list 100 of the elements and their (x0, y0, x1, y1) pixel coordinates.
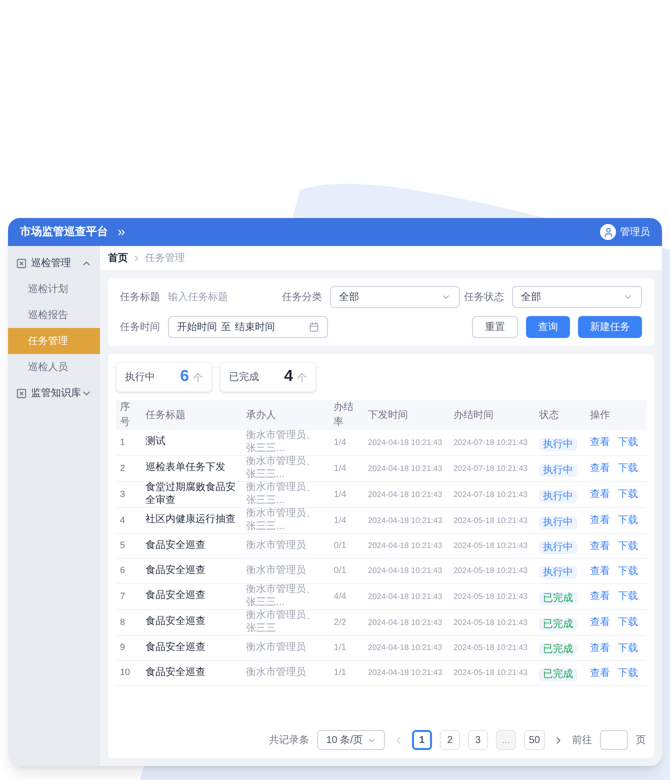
action-link[interactable]: 下载 (618, 564, 638, 578)
date-range-field[interactable]: 开始时间 至 结束时间 (168, 316, 328, 338)
table-cell: 2024-04-18 10:21:43 (364, 430, 450, 456)
table-cell: 7 (116, 584, 142, 610)
status-tag: 已完成 (538, 643, 577, 656)
action-link[interactable]: 查看 (590, 461, 610, 476)
column-header: 办结时间 (449, 400, 535, 430)
table-cell: 巡检表单任务下发 (142, 456, 242, 482)
page-unit: 页 (636, 734, 646, 748)
table-cell: 衡水市管理员、张三三... (242, 584, 330, 610)
table-cell: 食品安全巡查 (142, 584, 242, 610)
action-link[interactable]: 下载 (618, 538, 638, 554)
page-button[interactable]: 2 (440, 730, 460, 750)
sidebar-item[interactable]: 任务管理 (8, 328, 100, 354)
table-cell: 2024-05-18 10:21:43 (449, 534, 535, 558)
status-tag: 执行中 (538, 566, 577, 579)
app-title: 市场监管巡查平台 (20, 224, 108, 240)
status-tag: 执行中 (538, 541, 577, 554)
action-link[interactable]: 下载 (618, 461, 638, 476)
table-cell: 2024-05-18 10:21:43 (449, 558, 535, 584)
action-link[interactable]: 下载 (618, 666, 638, 680)
select-field[interactable]: 全部 (512, 286, 642, 308)
action-link[interactable]: 查看 (590, 666, 610, 680)
sidebar-item[interactable]: 巡检人员 (8, 354, 100, 380)
sidebar-item[interactable]: 巡检报告 (8, 302, 100, 328)
stat-unit: 个 (193, 372, 203, 386)
table-cell: 2024-07-18 10:21:43 (449, 482, 535, 508)
table-cell: 2024-05-18 10:21:43 (449, 660, 535, 686)
select-field[interactable]: 全部 (330, 286, 460, 308)
action-link[interactable]: 下载 (618, 640, 638, 656)
table-cell: 4 (116, 508, 142, 534)
page-input[interactable] (600, 730, 628, 750)
table-cell: 2024-05-18 10:21:43 (449, 508, 535, 534)
action-link[interactable]: 查看 (590, 564, 610, 578)
collapse-icon[interactable] (116, 226, 127, 238)
stat-count: 4 (284, 367, 293, 387)
table-cell: 2024-07-18 10:21:43 (449, 456, 535, 482)
field-label: 任务分类 (282, 290, 322, 304)
column-header: 下发时间 (364, 400, 450, 430)
field-label: 任务状态 (464, 290, 504, 304)
table-cell: 2024-04-18 10:21:43 (364, 508, 450, 534)
reset-button[interactable]: 重置 (472, 316, 518, 338)
action-link[interactable]: 下载 (618, 513, 638, 528)
action-link[interactable]: 下载 (618, 487, 638, 502)
table-cell: 2024-04-18 10:21:43 (364, 584, 450, 610)
action-link[interactable]: 查看 (590, 538, 610, 554)
table-cell: 1/4 (330, 456, 364, 482)
table-cell: 1/4 (330, 430, 364, 456)
table-cell: 2024-04-18 10:21:43 (364, 534, 450, 558)
table-cell: 4/4 (330, 584, 364, 610)
table-cell: 9 (116, 636, 142, 660)
table-cell: 8 (116, 610, 142, 636)
sidebar-group[interactable]: 监管知识库 (8, 380, 100, 406)
action-link[interactable]: 查看 (590, 487, 610, 502)
box-x-icon (16, 258, 27, 268)
table-cell: 2/2 (330, 610, 364, 636)
table-cell: 1 (116, 430, 142, 456)
table-cell: 1/4 (330, 508, 364, 534)
table-cell: 2024-05-18 10:21:43 (449, 610, 535, 636)
table-cell: 衡水市管理员、张三三... (242, 430, 330, 456)
page-button[interactable]: 3 (468, 730, 488, 750)
page-button[interactable]: 50 (524, 730, 545, 750)
chevron-right-icon (132, 254, 141, 262)
action-link[interactable]: 下载 (618, 435, 638, 450)
table-cell: 0/1 (330, 534, 364, 558)
action-link[interactable]: 查看 (590, 513, 610, 528)
create-task-button[interactable]: 新建任务 (578, 316, 642, 338)
table-cell: 衡水市管理员 (242, 636, 330, 660)
table-cell: 衡水市管理员、张三三... (242, 508, 330, 534)
table-cell: 2 (116, 456, 142, 482)
page-size-select[interactable]: 10 条/页 (317, 730, 385, 750)
sidebar-item[interactable]: 巡检计划 (8, 276, 100, 302)
page-button[interactable]: 1 (412, 730, 432, 750)
breadcrumb-link[interactable]: 任务管理 (145, 250, 185, 266)
action-link[interactable]: 查看 (590, 435, 610, 450)
table-cell: 测试 (142, 430, 242, 456)
column-header: 办结率 (330, 400, 364, 430)
table-cell: 衡水市管理员、张三三... (242, 456, 330, 482)
action-link[interactable]: 查看 (590, 615, 610, 630)
table-cell: 食品安全巡查 (142, 660, 242, 686)
more-pages-button[interactable]: ... (496, 730, 516, 750)
user-avatar-icon[interactable] (600, 224, 616, 240)
column-header: 序号 (116, 400, 142, 430)
action-link[interactable]: 下载 (618, 589, 638, 604)
status-tag: 执行中 (538, 438, 577, 450)
title-input[interactable]: 输入任务标题 (168, 286, 278, 308)
calendar-icon (309, 322, 319, 332)
stat-label: 已完成 (229, 370, 259, 384)
breadcrumb-link[interactable]: 首页 (108, 250, 128, 266)
status-tag: 执行中 (538, 490, 577, 502)
action-link[interactable]: 查看 (590, 589, 610, 604)
table-cell: 10 (116, 660, 142, 686)
column-header: 任务标题 (142, 400, 242, 430)
search-button[interactable]: 查询 (526, 316, 570, 338)
sidebar-group[interactable]: 巡检管理 (8, 250, 100, 276)
action-link[interactable]: 下载 (618, 615, 638, 630)
status-tag: 已完成 (538, 668, 577, 681)
table-cell: 1/1 (330, 636, 364, 660)
table-cell: 2024-05-18 10:21:43 (449, 636, 535, 660)
action-link[interactable]: 查看 (590, 640, 610, 656)
